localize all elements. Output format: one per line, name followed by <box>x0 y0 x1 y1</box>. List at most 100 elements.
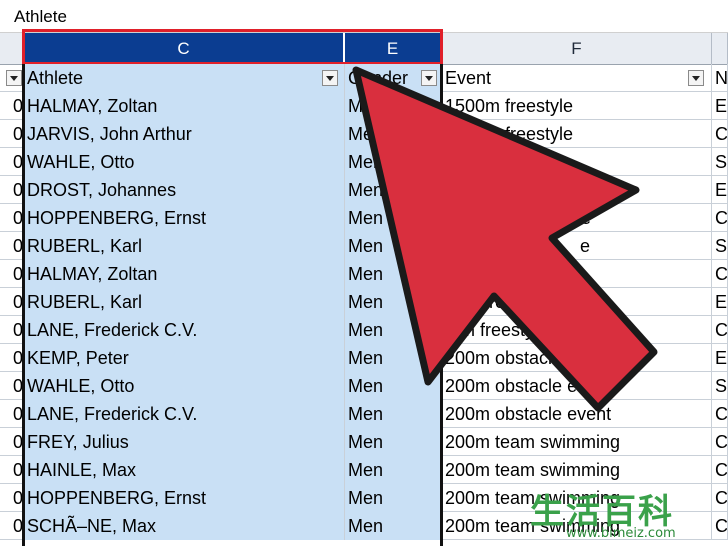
cell-athlete[interactable]: HAINLE, Max <box>24 456 345 484</box>
cell-event[interactable]: 2 m freestyle <box>442 316 712 344</box>
header-cell-gender[interactable]: Gender <box>345 64 442 92</box>
cell-next[interactable]: E <box>712 344 728 372</box>
cell-athlete[interactable]: JARVIS, John Arthur <box>24 120 345 148</box>
table-row: 0 HAINLE, Max Men 200m team swimming C <box>0 456 728 484</box>
cell-gender[interactable]: Men <box>345 204 442 232</box>
column-header-f[interactable]: F <box>442 33 712 64</box>
cell-event[interactable]: stroke <box>442 204 712 232</box>
cell-gender[interactable]: Men <box>345 176 442 204</box>
cell-lead[interactable]: 0 <box>0 316 24 344</box>
cell-lead[interactable]: 0 <box>0 120 24 148</box>
header-cell-event[interactable]: Event <box>442 64 712 92</box>
cell-gender[interactable]: Men <box>345 512 442 540</box>
cell[interactable] <box>0 64 24 92</box>
cell-lead[interactable]: 0 <box>0 288 24 316</box>
filter-dropdown-icon[interactable] <box>322 70 338 86</box>
table-row: 0 HALMAY, Zoltan Men free C <box>0 260 728 288</box>
table-row: 0 WAHLE, Otto Men S <box>0 148 728 176</box>
cell-gender[interactable]: Men <box>345 456 442 484</box>
column-header-e[interactable]: E <box>345 33 442 64</box>
cell-next[interactable]: S <box>712 148 728 176</box>
cell-lead[interactable]: 0 <box>0 484 24 512</box>
cell-athlete[interactable]: HALMAY, Zoltan <box>24 260 345 288</box>
cell-next[interactable]: E <box>712 92 728 120</box>
cell-lead[interactable]: 0 <box>0 204 24 232</box>
cell-lead[interactable]: 0 <box>0 512 24 540</box>
cell-gender[interactable]: Men <box>345 260 442 288</box>
cell-lead[interactable]: 0 <box>0 428 24 456</box>
cell-athlete[interactable]: FREY, Julius <box>24 428 345 456</box>
formula-bar-value[interactable]: Athlete <box>14 7 67 27</box>
cell-event[interactable]: 1500m freestyle <box>442 92 712 120</box>
cell-gender[interactable]: Men <box>345 400 442 428</box>
cell-gender[interactable]: Men <box>345 484 442 512</box>
column-header-prev[interactable] <box>0 33 24 64</box>
cell-lead[interactable]: 0 <box>0 400 24 428</box>
cell-lead[interactable]: 0 <box>0 260 24 288</box>
cell-gender[interactable]: Men <box>345 316 442 344</box>
cell-athlete[interactable]: HOPPENBERG, Ernst <box>24 204 345 232</box>
cell-event[interactable] <box>442 148 712 176</box>
cell-athlete[interactable]: WAHLE, Otto <box>24 148 345 176</box>
cell-next[interactable]: S <box>712 232 728 260</box>
cell-next[interactable]: E <box>712 176 728 204</box>
cell-athlete[interactable]: WAHLE, Otto <box>24 372 345 400</box>
cell-gender[interactable]: Men <box>345 120 442 148</box>
cell-gender[interactable]: Men <box>345 428 442 456</box>
cell-gender[interactable]: Men <box>345 148 442 176</box>
cell-athlete[interactable]: LANE, Frederick C.V. <box>24 316 345 344</box>
selection-border-left <box>22 64 25 546</box>
cell-next[interactable]: S <box>712 372 728 400</box>
cell-event[interactable]: 200m team swimming <box>442 456 712 484</box>
cell-next[interactable]: C <box>712 204 728 232</box>
cell-event[interactable]: free <box>442 260 712 288</box>
filter-dropdown-icon[interactable] <box>6 70 22 86</box>
cell-athlete[interactable]: KEMP, Peter <box>24 344 345 372</box>
cell-next[interactable]: C <box>712 260 728 288</box>
cell-event[interactable] <box>442 176 712 204</box>
cell-athlete[interactable]: SCHÃ–NE, Max <box>24 512 345 540</box>
cell-gender[interactable]: Men <box>345 232 442 260</box>
header-cell-next[interactable]: N <box>712 64 728 92</box>
cell-next[interactable]: C <box>712 456 728 484</box>
column-header-c[interactable]: C <box>24 33 345 64</box>
filter-dropdown-icon[interactable] <box>688 70 704 86</box>
cell-event[interactable]: 200m obstacle event <box>442 372 712 400</box>
cell-athlete[interactable]: HOPPENBERG, Ernst <box>24 484 345 512</box>
formula-bar[interactable]: Athlete <box>0 0 728 33</box>
cell-event[interactable]: e <box>442 232 712 260</box>
cell-athlete[interactable]: DROST, Johannes <box>24 176 345 204</box>
cell-next[interactable]: C <box>712 400 728 428</box>
filter-dropdown-icon[interactable] <box>421 70 437 86</box>
cell-event[interactable]: 200m team swimming <box>442 428 712 456</box>
cell-lead[interactable]: 0 <box>0 92 24 120</box>
table-row: 0 DROST, Johannes Men E <box>0 176 728 204</box>
cell-gender[interactable]: Men <box>345 344 442 372</box>
table-row: 0 JARVIS, John Arthur Men 1500m freestyl… <box>0 120 728 148</box>
cell-next[interactable]: C <box>712 316 728 344</box>
table-row: 0 RUBERL, Karl Men e S <box>0 232 728 260</box>
header-cell-athlete[interactable]: Athlete <box>24 64 345 92</box>
cell-athlete[interactable]: RUBERL, Karl <box>24 288 345 316</box>
cell-event[interactable]: m freestyle <box>442 288 712 316</box>
cell-lead[interactable]: 0 <box>0 456 24 484</box>
cell-athlete[interactable]: RUBERL, Karl <box>24 232 345 260</box>
column-header-next[interactable] <box>712 33 728 64</box>
cell-gender[interactable]: Men <box>345 288 442 316</box>
cell-gender[interactable]: Men <box>345 92 442 120</box>
cell-athlete[interactable]: HALMAY, Zoltan <box>24 92 345 120</box>
cell-event[interactable]: 1500m freestyle <box>442 120 712 148</box>
cell-lead[interactable]: 0 <box>0 148 24 176</box>
cell-lead[interactable]: 0 <box>0 232 24 260</box>
cell-next[interactable]: C <box>712 428 728 456</box>
cell-next[interactable]: C <box>712 120 728 148</box>
cell-lead[interactable]: 0 <box>0 372 24 400</box>
cell-gender[interactable]: Men <box>345 372 442 400</box>
cell-event[interactable]: 200m obstacle event <box>442 400 712 428</box>
cell-next[interactable]: E <box>712 288 728 316</box>
cell-lead[interactable]: 0 <box>0 176 24 204</box>
cell-lead[interactable]: 0 <box>0 344 24 372</box>
cell-athlete[interactable]: LANE, Frederick C.V. <box>24 400 345 428</box>
table-row: 0 KEMP, Peter Men 200m obstacle event E <box>0 344 728 372</box>
cell-event[interactable]: 200m obstacle event <box>442 344 712 372</box>
